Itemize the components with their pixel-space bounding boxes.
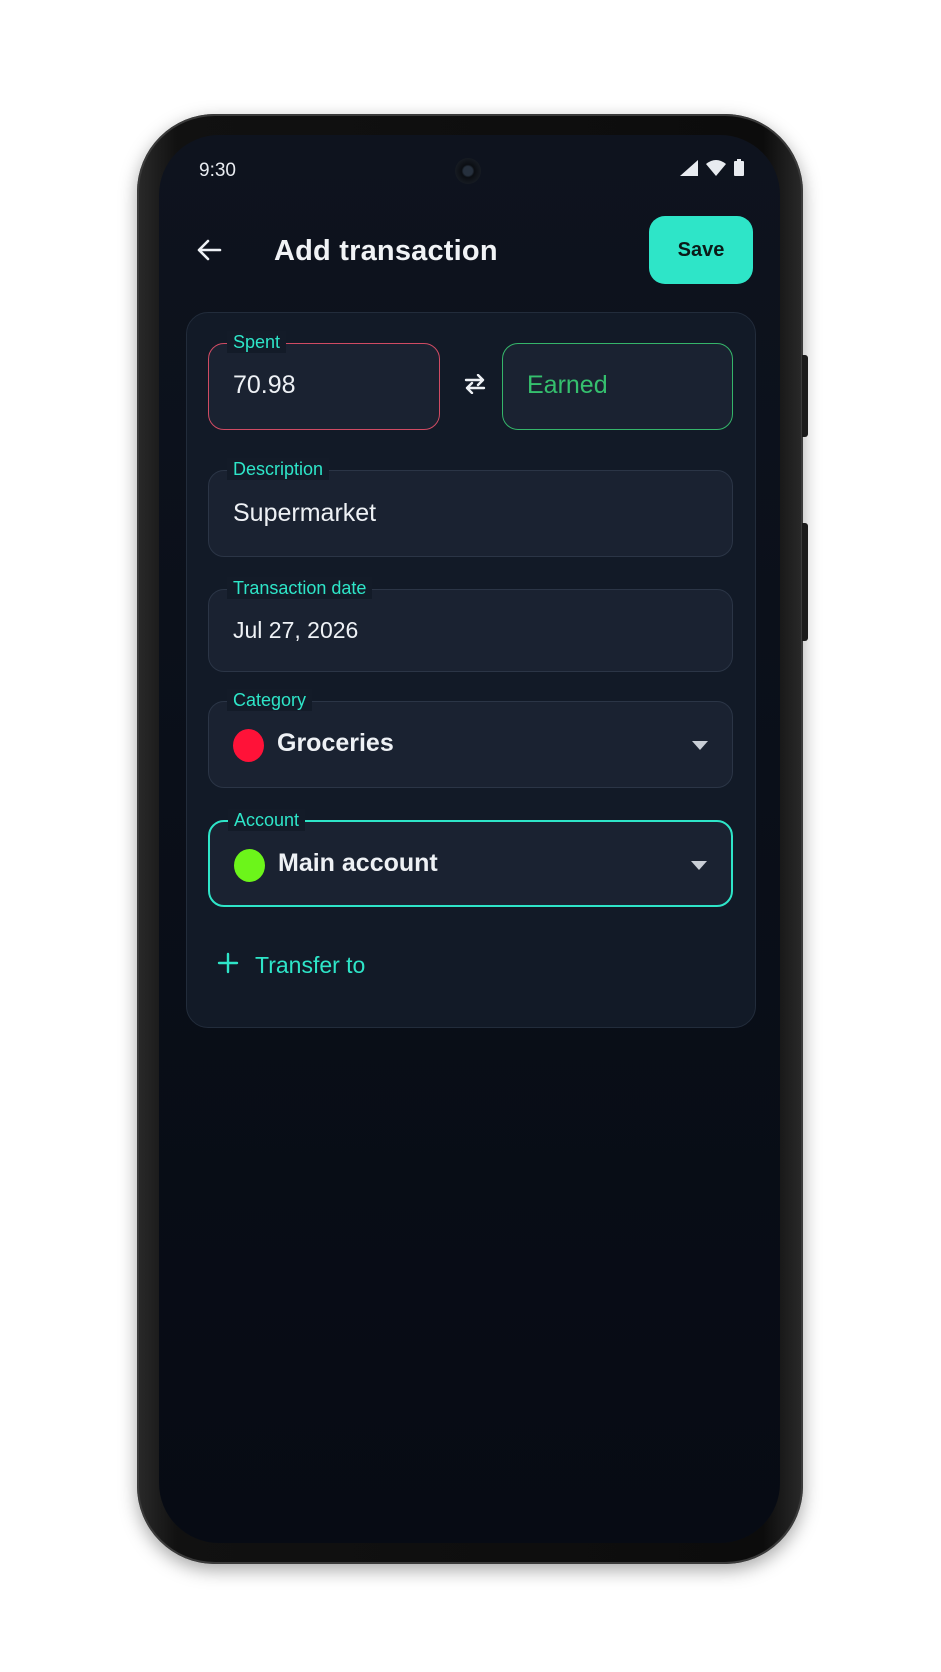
chevron-down-icon — [692, 741, 708, 750]
front-camera — [455, 158, 481, 184]
spent-value: 70.98 — [233, 371, 296, 399]
save-button[interactable]: Save — [649, 216, 753, 284]
volume-button — [802, 355, 808, 437]
earned-placeholder: Earned — [527, 371, 608, 399]
plus-icon — [217, 952, 239, 979]
description-field[interactable]: Description Supermarket — [208, 458, 733, 557]
spent-label: Spent — [227, 331, 287, 353]
back-button[interactable] — [189, 232, 229, 272]
account-value: Main account — [278, 849, 438, 877]
transaction-date-label: Transaction date — [227, 577, 373, 599]
status-time: 9:30 — [199, 160, 236, 181]
category-color-dot — [233, 729, 264, 762]
category-select[interactable]: Category Groceries — [208, 689, 733, 788]
account-color-dot — [234, 849, 265, 882]
battery-icon — [734, 159, 744, 181]
spent-field[interactable]: Spent 70.98 — [208, 331, 440, 430]
chevron-down-icon — [691, 861, 707, 870]
account-label: Account — [228, 809, 306, 831]
description-label: Description — [227, 458, 330, 480]
account-select[interactable]: Account Main account — [208, 809, 733, 907]
signal-icon — [680, 159, 698, 181]
transaction-date-value: Jul 27, 2026 — [233, 617, 359, 643]
app-screen: 9:30 Add transaction Save Spent 70.98 Ea… — [159, 135, 780, 1543]
page-title: Add transaction — [274, 235, 498, 267]
category-label: Category — [227, 689, 313, 711]
swap-button[interactable] — [459, 370, 491, 402]
transfer-to-label: Transfer to — [255, 952, 366, 978]
category-value: Groceries — [277, 729, 394, 757]
power-button — [802, 523, 808, 641]
transaction-date-field[interactable]: Transaction date Jul 27, 2026 — [208, 577, 733, 672]
wifi-icon — [706, 159, 726, 181]
transfer-to-button[interactable]: Transfer to — [217, 952, 365, 979]
arrow-left-icon — [196, 238, 222, 267]
swap-arrows-icon — [463, 373, 487, 399]
earned-field[interactable]: Earned — [502, 343, 733, 430]
transaction-form-card: Spent 70.98 Earned Description Supermark… — [186, 312, 756, 1028]
status-icons — [680, 159, 744, 181]
description-value: Supermarket — [233, 499, 377, 527]
